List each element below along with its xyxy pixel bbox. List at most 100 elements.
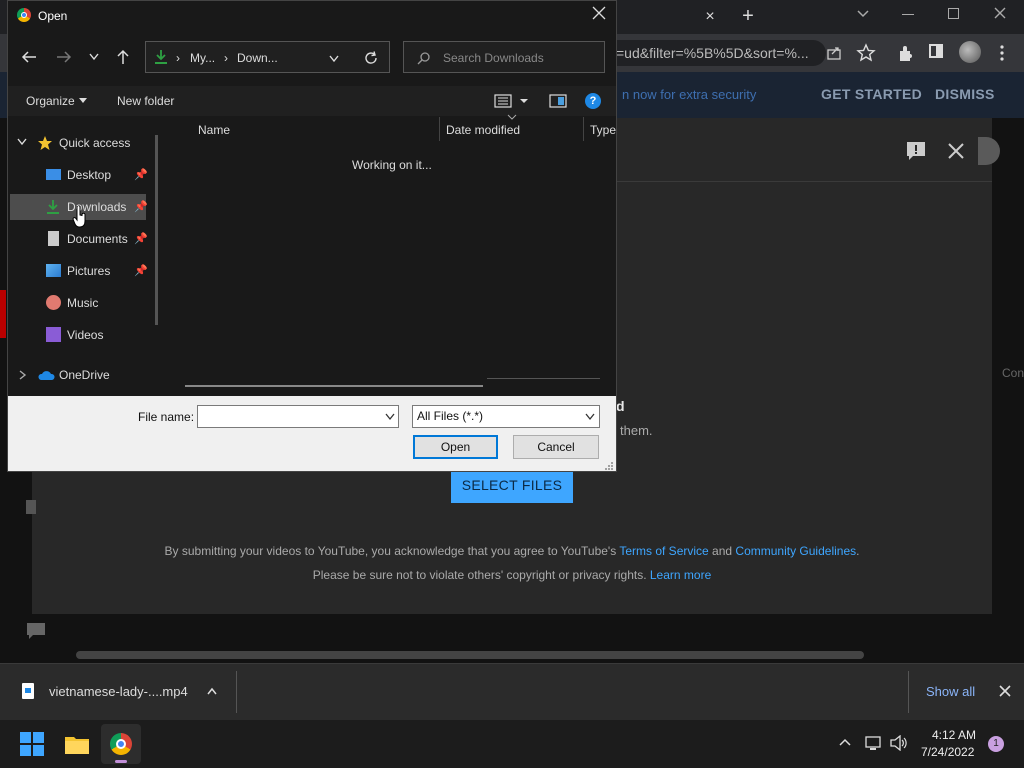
hidden-icons-chevron-icon[interactable] bbox=[838, 737, 852, 747]
download-divider bbox=[908, 671, 909, 713]
terms-of-service-link[interactable]: Terms of Service bbox=[619, 544, 708, 558]
nav-item-label: Videos bbox=[67, 328, 104, 342]
clock-date[interactable]: 7/24/2022 bbox=[921, 745, 974, 759]
clock-time[interactable]: 4:12 AM bbox=[932, 728, 976, 742]
nav-item-pictures[interactable]: Pictures 📌 bbox=[10, 258, 148, 284]
windows-start-icon[interactable] bbox=[20, 732, 44, 756]
nav-item-label: Pictures bbox=[67, 264, 111, 278]
close-tab-button[interactable]: × bbox=[698, 5, 722, 29]
hand-cursor-icon bbox=[72, 206, 88, 228]
minimize-button[interactable] bbox=[902, 14, 914, 15]
videos-icon bbox=[46, 327, 61, 342]
new-tab-button[interactable]: + bbox=[736, 4, 760, 28]
close-upload-icon[interactable] bbox=[946, 141, 966, 161]
tab-search-chevron-icon[interactable] bbox=[855, 8, 871, 20]
dismiss-button[interactable]: DISMISS bbox=[935, 86, 995, 102]
learn-more-link[interactable]: Learn more bbox=[650, 568, 711, 582]
side-panel-icon[interactable] bbox=[929, 44, 943, 58]
preview-pane-icon[interactable] bbox=[549, 94, 567, 108]
nav-item-label: Documents bbox=[67, 232, 128, 246]
loading-status-text: Working on it... bbox=[352, 158, 432, 172]
column-divider[interactable] bbox=[583, 117, 584, 141]
file-type-chevron-icon[interactable] bbox=[584, 412, 596, 422]
forward-arrow-icon[interactable] bbox=[55, 49, 73, 65]
breadcrumb-downloads[interactable]: Down... bbox=[237, 51, 278, 65]
column-divider[interactable] bbox=[439, 117, 440, 141]
feedback-icon[interactable] bbox=[905, 140, 927, 162]
download-item-name[interactable]: vietnamese-lady-....mp4 bbox=[49, 684, 188, 699]
download-divider bbox=[236, 671, 237, 713]
file-explorer-icon[interactable] bbox=[64, 733, 90, 755]
back-arrow-icon[interactable] bbox=[20, 49, 38, 65]
video-file-icon bbox=[22, 683, 34, 699]
pin-icon: 📌 bbox=[134, 201, 148, 213]
upload-title: d bbox=[616, 398, 625, 414]
organize-button[interactable]: Organize bbox=[26, 94, 75, 108]
breadcrumb-sep-icon: › bbox=[224, 51, 228, 65]
open-button[interactable]: Open bbox=[413, 435, 498, 459]
sidebar-feedback-icon[interactable] bbox=[26, 622, 46, 640]
organize-chevron-icon[interactable] bbox=[78, 97, 88, 105]
column-type[interactable]: Type bbox=[590, 123, 616, 137]
breadcrumb-my-pc[interactable]: My... bbox=[190, 51, 215, 65]
sort-chevron-icon bbox=[507, 114, 517, 120]
file-name-chevron-icon[interactable] bbox=[384, 412, 396, 422]
nav-item-documents[interactable]: Documents 📌 bbox=[10, 226, 148, 252]
pin-icon: 📌 bbox=[134, 233, 148, 245]
search-icon bbox=[417, 51, 431, 65]
notification-badge[interactable]: 1 bbox=[988, 736, 1004, 752]
file-name-input[interactable] bbox=[197, 405, 399, 428]
bookmark-star-icon[interactable] bbox=[856, 43, 876, 63]
chrome-logo-icon bbox=[17, 8, 31, 22]
profile-avatar[interactable] bbox=[959, 41, 981, 63]
music-icon bbox=[46, 295, 61, 310]
address-bar[interactable]: =ud&filter=%5B%5D&sort=%... bbox=[610, 40, 826, 66]
chrome-menu-icon[interactable] bbox=[994, 44, 1010, 62]
expand-chevron-icon[interactable] bbox=[16, 137, 28, 147]
downloads-icon bbox=[47, 199, 59, 215]
get-started-button[interactable]: GET STARTED bbox=[821, 86, 922, 102]
window-close-button[interactable] bbox=[993, 6, 1007, 20]
nav-item-desktop[interactable]: Desktop 📌 bbox=[10, 162, 148, 188]
cancel-button[interactable]: Cancel bbox=[513, 435, 599, 459]
view-options-icon[interactable] bbox=[494, 93, 530, 109]
dialog-title: Open bbox=[38, 9, 68, 23]
loading-progress-bar bbox=[185, 385, 483, 387]
volume-icon[interactable] bbox=[889, 735, 909, 751]
refresh-icon[interactable] bbox=[363, 50, 379, 66]
expand-right-chevron-icon[interactable] bbox=[18, 369, 28, 381]
download-options-chevron-icon[interactable] bbox=[206, 686, 218, 696]
new-folder-button[interactable]: New folder bbox=[117, 94, 174, 108]
select-files-button[interactable]: SELECT FILES bbox=[451, 467, 573, 503]
address-history-chevron-icon[interactable] bbox=[328, 54, 340, 64]
nav-item-music[interactable]: Music bbox=[10, 290, 146, 316]
resize-grip-icon[interactable] bbox=[604, 461, 614, 471]
dialog-close-icon[interactable] bbox=[592, 6, 606, 20]
show-all-downloads-link[interactable]: Show all bbox=[926, 684, 975, 699]
sidebar-icon[interactable] bbox=[26, 500, 36, 514]
close-downloads-icon[interactable] bbox=[999, 685, 1011, 697]
chrome-taskbar-button[interactable] bbox=[101, 724, 141, 764]
nav-item-videos[interactable]: Videos bbox=[10, 322, 146, 348]
share-icon[interactable] bbox=[825, 44, 843, 62]
recent-locations-chevron-icon[interactable] bbox=[88, 52, 100, 62]
extensions-icon[interactable] bbox=[896, 43, 916, 63]
nav-pane-scrollbar[interactable] bbox=[155, 135, 158, 325]
network-icon[interactable] bbox=[865, 735, 883, 751]
terms-text: By submitting your videos to YouTube, yo… bbox=[0, 544, 1024, 558]
column-date-modified[interactable]: Date modified bbox=[446, 123, 520, 137]
file-name-label: File name: bbox=[138, 410, 195, 424]
sidebar-accent bbox=[0, 290, 6, 338]
up-arrow-icon[interactable] bbox=[115, 48, 131, 66]
column-name[interactable]: Name bbox=[198, 123, 230, 137]
help-icon[interactable]: ? bbox=[585, 93, 601, 109]
pin-icon: 📌 bbox=[134, 169, 148, 181]
nav-quick-access[interactable]: Quick access bbox=[59, 136, 130, 150]
file-type-filter-select[interactable]: All Files (*.*) bbox=[412, 405, 600, 428]
restore-button[interactable] bbox=[948, 8, 959, 19]
nav-onedrive[interactable]: OneDrive bbox=[59, 368, 110, 382]
community-guidelines-link[interactable]: Community Guidelines bbox=[735, 544, 856, 558]
banner-promo-text[interactable]: n now for extra security bbox=[622, 87, 756, 102]
upload-subtitle: them. bbox=[620, 423, 653, 438]
horizontal-scrollbar[interactable] bbox=[76, 651, 864, 659]
